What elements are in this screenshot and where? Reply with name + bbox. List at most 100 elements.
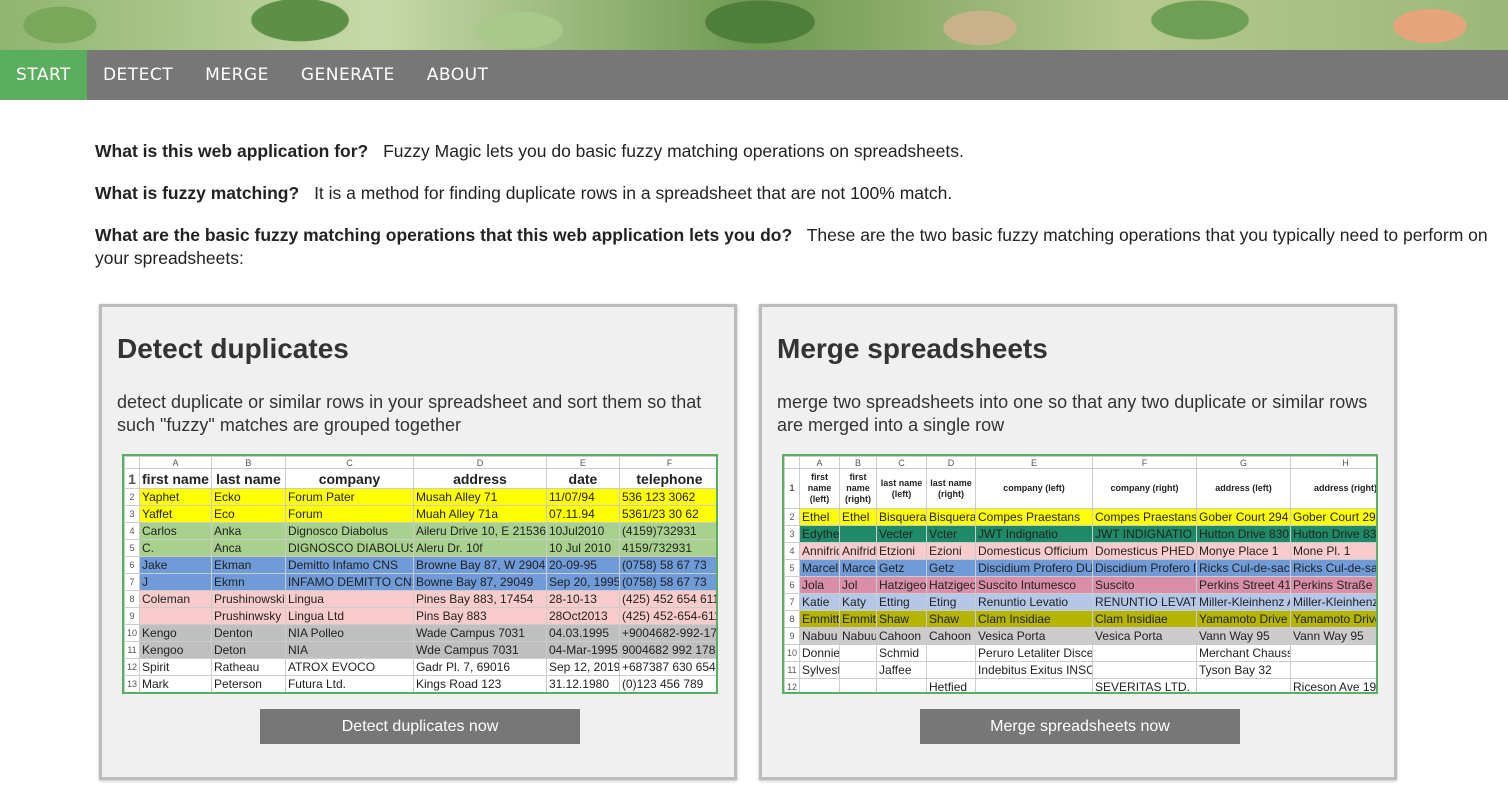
table-row: 9 Nabuu Nabuu Cahoon Cahoon Vesica Porta Vesic… <box>784 627 1376 645</box>
table-cell: Shaw <box>926 610 977 628</box>
table-cell <box>1092 644 1198 662</box>
row-number: 12 <box>784 678 801 692</box>
header-cell: company <box>284 468 414 489</box>
faq-answer: Fuzzy Magic lets you do basic fuzzy matc… <box>383 141 964 161</box>
table-cell: Miller-Kleinhenz A <box>1290 593 1376 611</box>
table-cell: Renuntio Levatio <box>975 593 1094 611</box>
detect-duplicates-button[interactable]: Detect duplicates now <box>260 709 580 744</box>
table-cell: 28Oct2013 <box>545 607 620 625</box>
faq-question: What are the basic fuzzy matching operat… <box>95 225 793 245</box>
operation-cards: Detect duplicates detect duplicate or si… <box>95 304 1508 780</box>
table-row: 9 Prushinwsky Lingua Ltd Pins Bay 883 28Oct2… <box>124 607 716 625</box>
table-cell: Eting <box>926 593 977 611</box>
table-cell: Hetfied <box>926 678 977 692</box>
table-row: 10Donnie Schmid Peruro Letaliter Discedo Me… <box>784 644 1376 662</box>
table-cell: Sep 20, 1995 <box>545 573 620 591</box>
table-cell: Anifrid <box>839 542 878 560</box>
column-letter: B <box>210 456 286 469</box>
table-cell: Gober Court 294 <box>1196 508 1292 526</box>
table-cell: 10Jul2010 <box>545 522 620 540</box>
table-cell: Suscito Intumesco <box>975 576 1094 594</box>
table-cell <box>926 661 977 679</box>
table-cell: Muah Alley 71a <box>412 505 547 523</box>
faq-item: What are the basic fuzzy matching operat… <box>95 224 1508 270</box>
header-cell: first name <box>139 468 212 489</box>
row-number: 2 <box>124 488 141 506</box>
table-cell: Getz <box>926 559 977 577</box>
table-row: 12 Spirit Ratheau ATROX EVOCO Gadr Pl. 7, 69… <box>124 658 716 676</box>
header-cell: company (right) <box>1092 468 1198 509</box>
table-cell: Riceson Ave 19, S <box>1290 678 1376 692</box>
table-cell <box>139 607 212 625</box>
row-number: 4 <box>124 522 141 540</box>
table-cell: J <box>139 573 212 591</box>
table-cell <box>839 644 878 662</box>
column-letter: G <box>1196 456 1292 469</box>
table-cell: 20-09-95 <box>545 556 620 574</box>
corner-cell <box>784 456 801 469</box>
table-cell: NIA <box>284 641 414 659</box>
nav-generate[interactable]: GENERATE <box>285 50 411 100</box>
column-letter: D <box>926 456 977 469</box>
table-cell: Jola <box>799 576 841 594</box>
table-cell: Anca <box>210 539 286 557</box>
table-cell: Nabuu <box>799 627 841 645</box>
table-cell: Kengoo <box>139 641 212 659</box>
table-cell: (0758) 58 67 73 <box>618 573 716 591</box>
row-number: 2 <box>784 508 801 526</box>
table-cell: Annifrid <box>799 542 841 560</box>
table-row: 6JolaJolHatzigeorguHatzigeoriuSuscito In… <box>784 576 1376 594</box>
table-cell <box>839 678 878 692</box>
nav-about[interactable]: ABOUT <box>411 50 505 100</box>
table-cell: SEVERITAS LTD. <box>1092 678 1198 692</box>
table-cell: 28-10-13 <box>545 590 620 608</box>
main-content: What is this web application for? Fuzzy … <box>0 100 1508 780</box>
row-number: 8 <box>784 610 801 628</box>
table-cell: Perkins Street 4126 <box>1196 576 1292 594</box>
table-cell: Edythe <box>799 525 841 543</box>
table-cell: Demitto Infamo CNS <box>284 556 414 574</box>
nav-detect[interactable]: DETECT <box>87 50 189 100</box>
column-header-row: ABCDEF <box>124 456 716 469</box>
table-cell: Ricks Cul-de-sac <box>1290 559 1376 577</box>
column-letter: E <box>975 456 1094 469</box>
table-cell: Etzioni <box>876 542 928 560</box>
table-cell: Ricks Cul-de-sac 4 <box>1196 559 1292 577</box>
table-cell: Carlos <box>139 522 212 540</box>
table-cell: 11/07/94 <box>545 488 620 506</box>
table-row: 4 Carlos Anka Dignosco Diabolus Aileru Drive… <box>124 522 716 540</box>
table-cell: DIGNOSCO DIABOLUS <box>284 539 414 557</box>
table-cell: Domesticus Officium PHED <box>975 542 1094 560</box>
header-cell: address (right) <box>1290 468 1376 509</box>
card-title: Detect duplicates <box>117 333 349 364</box>
table-cell: Indebitus Exitus INSCRIBO <box>975 661 1094 679</box>
row-number: 9 <box>124 607 141 625</box>
row-number: 3 <box>124 505 141 523</box>
card-title: Merge spreadsheets <box>777 333 1048 364</box>
table-cell: Forum <box>284 505 414 523</box>
column-letter: F <box>618 456 716 469</box>
nav-merge[interactable]: MERGE <box>189 50 285 100</box>
table-row: 10 Kengo Denton NIA Polleo Wade Campus 7031 0… <box>124 624 716 642</box>
table-cell: Clam Insidiae <box>975 610 1094 628</box>
table-cell: Vesica Porta <box>1092 627 1198 645</box>
table-cell: Discidium Profero DUM. <box>975 559 1094 577</box>
table-cell: (0)123 456 789 <box>618 675 716 692</box>
faq-item: What is fuzzy matching? It is a method f… <box>95 182 1508 205</box>
table-cell: Suscito <box>1092 576 1198 594</box>
table-cell: Hatzigeorgu <box>876 576 928 594</box>
merge-spreadsheets-button[interactable]: Merge spreadsheets now <box>920 709 1240 744</box>
table-cell: Bisquera <box>926 508 977 526</box>
row-number: 6 <box>784 576 801 594</box>
table-cell: Eco <box>210 505 286 523</box>
row-number: 12 <box>124 658 141 676</box>
nav-start[interactable]: START <box>0 50 87 100</box>
table-cell: Browne Bay 87, W 29049 <box>412 556 547 574</box>
table-cell: Lingua <box>284 590 414 608</box>
table-cell: Yaffet <box>139 505 212 523</box>
header-row: 1 first name last name company address date te… <box>124 468 716 489</box>
spreadsheet-table: A B C D E F G H 1 first name (left) first name (ri… <box>784 456 1376 692</box>
table-cell: 04-Mar-1995 <box>545 641 620 659</box>
column-letter: B <box>839 456 878 469</box>
table-row: 8 Emmitt Emmitt Shaw Shaw Clam Insidiae Clam I… <box>784 610 1376 628</box>
